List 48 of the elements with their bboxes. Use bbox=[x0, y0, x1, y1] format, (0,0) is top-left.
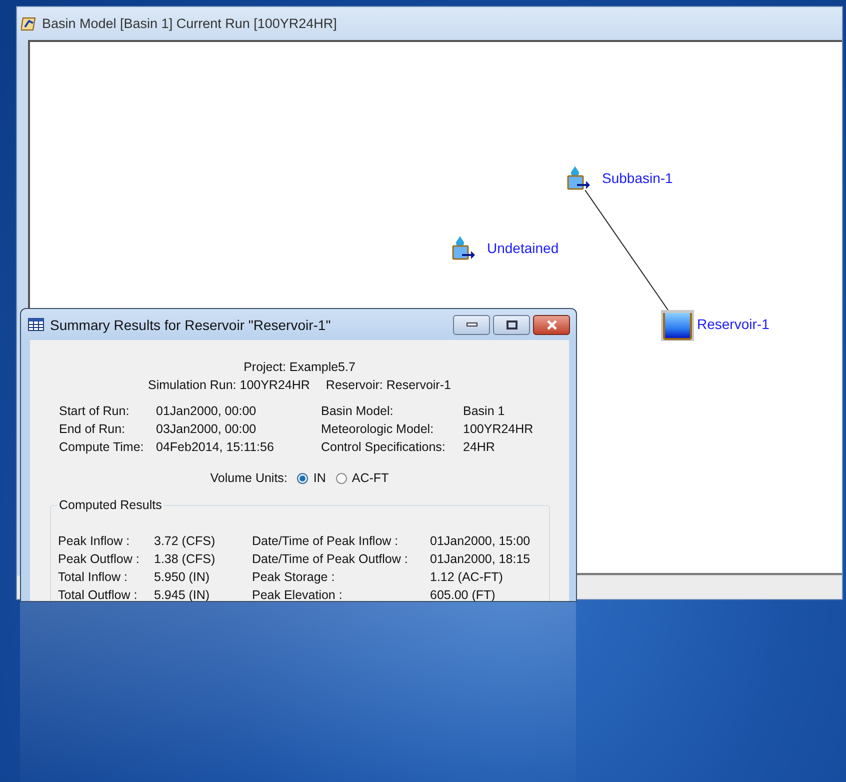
info-value: 24HR bbox=[463, 439, 496, 456]
subbasin-label[interactable]: Subbasin-1 bbox=[602, 170, 673, 186]
info-label: Start of Run: bbox=[59, 403, 130, 420]
info-label: Meteorologic Model: bbox=[321, 421, 435, 438]
result-value: 01Jan2000, 18:15 bbox=[430, 551, 532, 568]
close-icon bbox=[546, 320, 558, 330]
project-text: Project: Example5.7 bbox=[242, 359, 356, 376]
result-label: Date/Time of Peak Inflow : bbox=[252, 533, 400, 550]
info-label: End of Run: bbox=[59, 421, 126, 438]
result-value: 1.12 (AC-FT) bbox=[430, 569, 504, 586]
result-label: Peak Inflow : bbox=[58, 533, 131, 550]
app-icon bbox=[21, 16, 37, 30]
result-label: Peak Storage : bbox=[252, 569, 336, 586]
result-label: Date/Time of Peak Outflow : bbox=[252, 551, 409, 568]
minimize-icon bbox=[466, 322, 478, 328]
reservoir-label[interactable]: Reservoir-1 bbox=[697, 316, 770, 332]
result-label: Peak Elevation : bbox=[252, 587, 344, 601]
radio-button[interactable]: IN bbox=[297, 469, 326, 487]
info-value: 04Feb2014, 15:11:56 bbox=[156, 439, 275, 456]
subbasin-icon[interactable] bbox=[567, 165, 591, 191]
subbasin-icon[interactable] bbox=[452, 235, 476, 261]
simulation-run-text: Simulation Run: 100YR24HR bbox=[148, 377, 310, 394]
result-value: 01Jan2000, 15:00 bbox=[430, 533, 532, 550]
result-value: 3.72 (CFS) bbox=[154, 533, 216, 550]
result-label: Peak Outflow : bbox=[58, 551, 140, 568]
info-value: 03Jan2000, 00:00 bbox=[156, 421, 258, 438]
minimize-button[interactable] bbox=[453, 314, 490, 334]
result-label: Total Inflow : bbox=[58, 569, 128, 586]
reservoir-icon[interactable] bbox=[661, 310, 694, 341]
info-value: Basin 1 bbox=[463, 403, 506, 420]
window-title: Basin Model [Basin 1] Current Run [100YR24HR] bbox=[42, 16, 337, 31]
subbasin-label[interactable]: Undetained bbox=[487, 240, 559, 256]
radio-button[interactable]: AC-FT bbox=[336, 469, 389, 487]
result-label: Total Outflow : bbox=[58, 587, 138, 601]
info-value: 01Jan2000, 00:00 bbox=[156, 403, 258, 420]
info-label: Basin Model: bbox=[321, 403, 394, 420]
maximize-icon bbox=[506, 320, 518, 330]
dialog-title: Summary Results for Reservoir "Reservoir-1" bbox=[50, 316, 332, 332]
table-icon bbox=[28, 318, 44, 331]
result-value: 5.950 (IN) bbox=[154, 569, 211, 586]
info-label: Compute Time: bbox=[59, 439, 145, 456]
volume-units-label: Volume Units: bbox=[210, 470, 288, 487]
result-value: 1.38 (CFS) bbox=[154, 551, 216, 568]
info-value: 100YR24HR bbox=[463, 421, 534, 438]
info-label: Control Specifications: bbox=[321, 439, 446, 456]
maximize-button[interactable] bbox=[493, 314, 530, 334]
close-button[interactable] bbox=[533, 314, 570, 334]
reservoir-text: Reservoir: Reservoir-1 bbox=[326, 377, 451, 394]
